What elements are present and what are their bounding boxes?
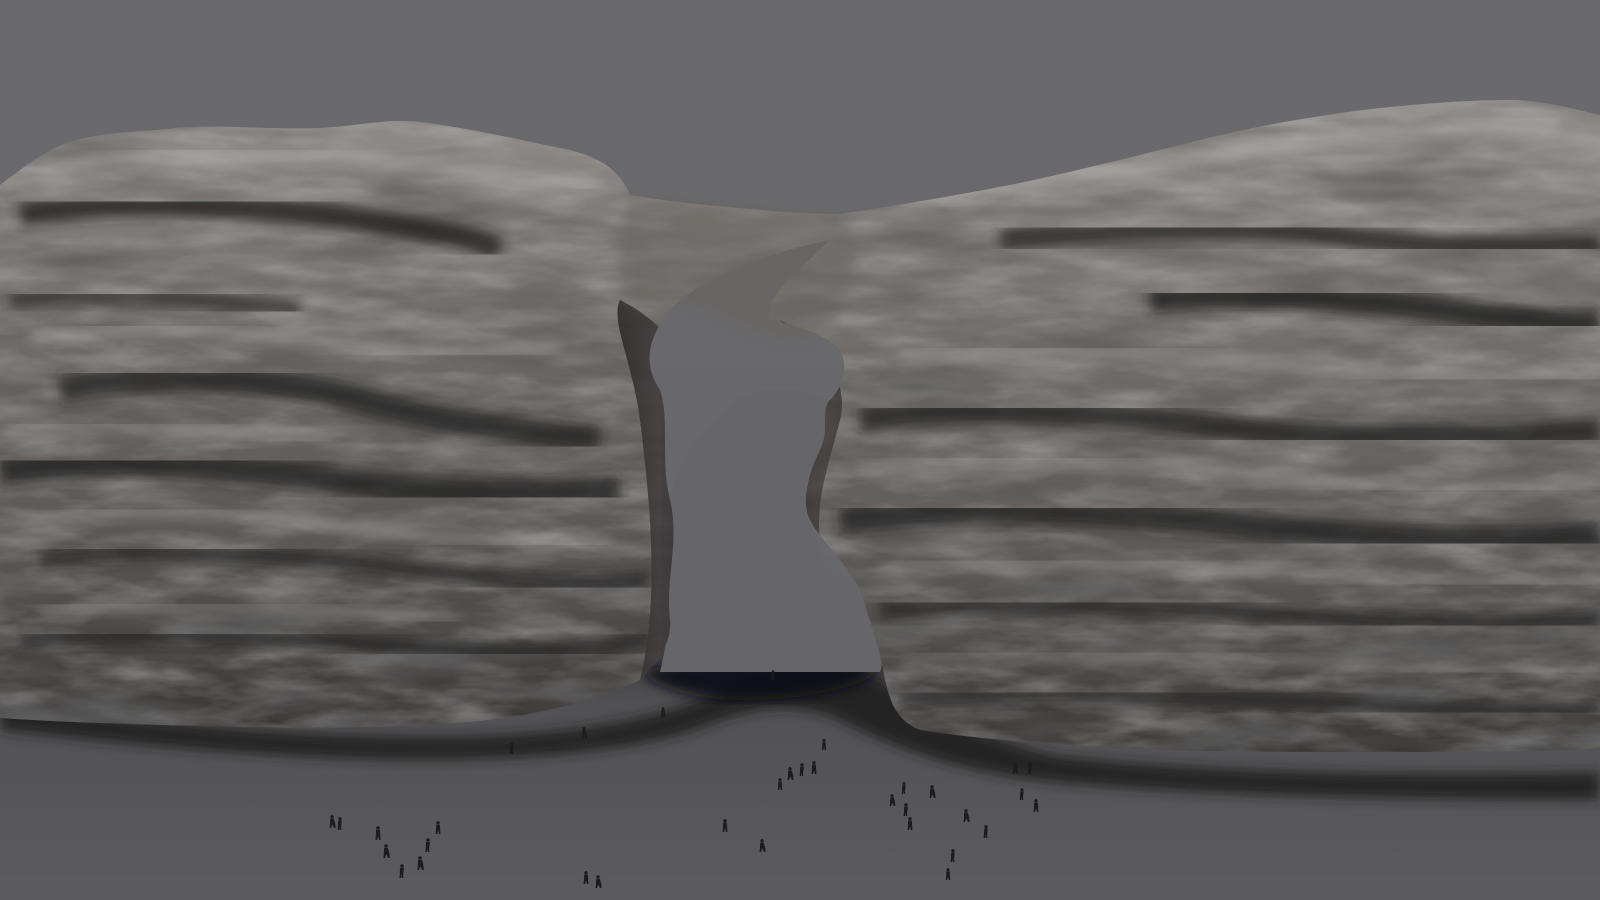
rock-arch-scene (0, 0, 1600, 900)
